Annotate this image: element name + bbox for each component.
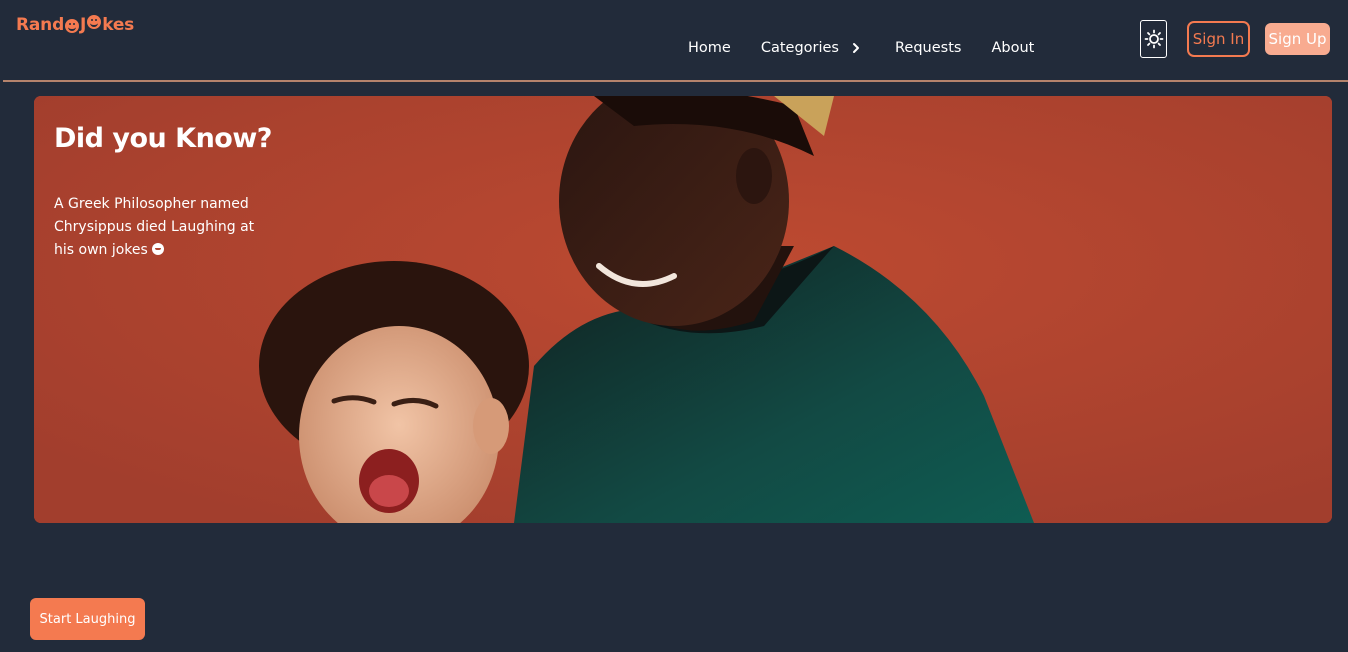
chevron-right-icon	[852, 42, 860, 54]
nav-home-link[interactable]: Home	[688, 40, 731, 56]
header-divider	[3, 80, 1348, 82]
logo-smiley-icon-2	[87, 15, 102, 29]
nav-categories-label: Categories	[760, 40, 839, 56]
sign-in-button[interactable]: Sign In	[1187, 21, 1250, 57]
logo-text-j: J	[80, 15, 87, 35]
nav-categories-dropdown[interactable]: Categories	[761, 40, 860, 56]
hero-title: Did you Know?	[54, 123, 272, 154]
hero-photo-image	[34, 96, 1332, 523]
theme-toggle-button[interactable]	[1140, 20, 1167, 58]
smiley-icon	[151, 243, 164, 255]
main-nav: Home Categories Requests About	[688, 40, 1034, 56]
hero-fact-text: A Greek Philosopher named Chrysippus die…	[54, 193, 276, 262]
nav-requests-link[interactable]: Requests	[895, 40, 961, 56]
logo-smiley-icon	[65, 19, 80, 33]
logo-text-rand: Rand	[16, 15, 65, 35]
hero-banner: Did you Know? A Greek Philosopher named …	[34, 96, 1332, 523]
sign-up-button[interactable]: Sign Up	[1265, 23, 1330, 55]
site-header: Rand J kes Home Categories Requests Abou…	[0, 0, 1348, 82]
site-logo[interactable]: Rand J kes	[16, 15, 134, 35]
logo-text-kes: kes	[102, 15, 135, 35]
sun-icon	[1144, 29, 1163, 49]
start-laughing-button[interactable]: Start Laughing	[30, 598, 145, 640]
nav-about-link[interactable]: About	[991, 40, 1034, 56]
